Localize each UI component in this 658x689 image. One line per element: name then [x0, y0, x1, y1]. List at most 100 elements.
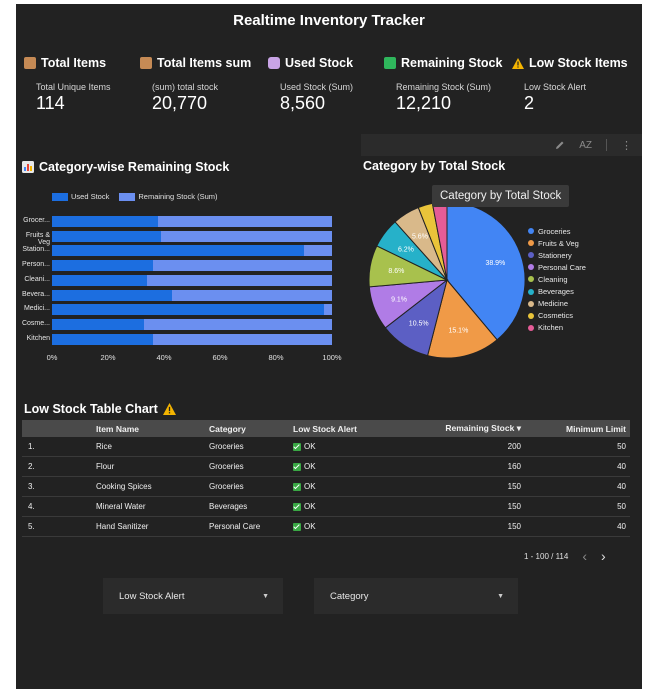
x-tick-label: 80% [268, 353, 284, 362]
caret-down-icon: ▼ [262, 592, 269, 600]
bar-used-stock[interactable] [52, 304, 324, 316]
bar-remaining-stock[interactable] [158, 216, 332, 227]
legend-item-remaining[interactable]: Remaining Stock (Sum) [119, 192, 218, 202]
filter-category[interactable]: Category ▼ [314, 578, 518, 614]
pie-legend-item[interactable]: Groceries [528, 225, 586, 237]
bar-remaining-stock[interactable] [152, 260, 332, 272]
x-tick-label: 100% [322, 353, 342, 362]
column-header-remaining-label: Remaining Stock [445, 423, 515, 433]
green-square-icon [384, 57, 396, 69]
row-number: 3. [28, 482, 35, 491]
warning-icon [512, 57, 524, 69]
bar-remaining-stock[interactable] [147, 274, 332, 286]
bar-remaining-stock[interactable] [152, 333, 332, 345]
legend-item-used[interactable]: Used Stock [52, 192, 109, 202]
cell-remaining-stock: 150 [507, 522, 521, 531]
kpi-low-stock-items[interactable]: Low Stock Items Low Stock Alert 2 [512, 56, 628, 114]
caret-down-icon: ▼ [497, 592, 504, 600]
table-row[interactable]: 5. Hand Sanitizer Personal Care OK 150 40 [22, 517, 630, 537]
bar-used-stock[interactable] [52, 289, 173, 301]
cell-item-name: Rice [96, 442, 113, 451]
x-tick-label: 60% [212, 353, 228, 362]
prev-page-icon[interactable]: ‹ [582, 548, 587, 564]
dashboard-canvas: Realtime Inventory Tracker Total Items T… [16, 4, 642, 689]
kpi-sublabel: Total Unique Items [36, 82, 111, 92]
cell-category: Groceries [209, 482, 244, 491]
bar-remaining-stock[interactable] [323, 304, 332, 316]
bar-used-stock[interactable] [52, 318, 145, 330]
legend-swatch [119, 193, 136, 202]
legend-label: Beverages [538, 287, 574, 297]
sort-az-button[interactable]: AZ [579, 140, 592, 151]
bar-row [52, 230, 332, 242]
bar-used-stock[interactable] [52, 245, 304, 257]
table-row[interactable]: 2. Flour Groceries OK 160 40 [22, 457, 630, 477]
kpi-total-items-sum[interactable]: Total Items sum (sum) total stock 20,770 [140, 56, 251, 114]
legend-dot [528, 264, 534, 271]
filter-low-stock-alert[interactable]: Low Stock Alert ▼ [103, 578, 283, 614]
cell-item-name: Cooking Spices [96, 482, 152, 491]
pie-legend-item[interactable]: Stationery [528, 249, 586, 261]
kpi-sublabel: Low Stock Alert [524, 82, 587, 92]
column-header-alert[interactable]: Low Stock Alert [293, 424, 393, 434]
category-tick-label: Person... [21, 261, 50, 269]
cell-low-stock-alert: OK [293, 442, 393, 451]
chart-toolbar: AZ ⋮ [361, 134, 642, 156]
bar-used-stock[interactable] [52, 216, 159, 227]
pagination-range: 1 - 100 / 114 [524, 551, 569, 561]
next-page-icon[interactable]: › [601, 548, 606, 564]
bar-used-stock[interactable] [52, 274, 148, 286]
cell-item-name: Flour [96, 462, 115, 471]
kpi-value: 12,210 [396, 93, 452, 113]
kpi-remaining-stock[interactable]: Remaining Stock Remaining Stock (Sum) 12… [384, 56, 502, 114]
legend-label: Cleaning [538, 274, 568, 284]
kpi-label: Total Items sum [157, 56, 252, 70]
bar-remaining-stock[interactable] [144, 318, 332, 330]
bar-remaining-stock[interactable] [161, 230, 332, 242]
cell-remaining-stock: 150 [507, 482, 521, 491]
kpi-total-items[interactable]: Total Items Total Unique Items 114 [24, 56, 111, 114]
check-icon [293, 522, 301, 531]
row-number: 4. [28, 502, 35, 511]
bar-remaining-stock[interactable] [172, 289, 332, 301]
more-vert-icon[interactable]: ⋮ [621, 139, 632, 152]
pie-legend-item[interactable]: Kitchen [528, 322, 586, 334]
column-header-remaining[interactable]: Remaining Stock ▾ [393, 423, 523, 434]
pie-legend-item[interactable]: Personal Care [528, 261, 586, 273]
sort-desc-icon: ▾ [516, 423, 521, 433]
pie-legend-item[interactable]: Cosmetics [528, 310, 586, 322]
legend-label: Stationery [538, 250, 572, 260]
dashboard-title: Realtime Inventory Tracker [233, 12, 425, 29]
bar-chart-title: Category-wise Remaining Stock [22, 160, 229, 174]
pie-legend-item[interactable]: Fruits & Veg [528, 237, 586, 249]
cell-category: Groceries [209, 442, 244, 451]
pie-slice-label: 10.5% [409, 321, 429, 328]
legend-label: Cosmetics [538, 311, 574, 321]
pencil-icon[interactable] [555, 140, 565, 150]
table-row[interactable]: 1. Rice Groceries OK 200 50 [22, 437, 630, 457]
table-pagination: 1 - 100 / 114 ‹ › [524, 548, 606, 564]
pie-tooltip: Category by Total Stock [432, 185, 570, 207]
bar-used-stock[interactable] [52, 230, 162, 242]
pie-legend-item[interactable]: Medicine [528, 298, 586, 310]
table-body: 1. Rice Groceries OK 200 50 2. Flour Groceries OK… [22, 437, 630, 537]
kpi-used-stock[interactable]: Used Stock Used Stock (Sum) 8,560 [268, 56, 353, 114]
column-header-item[interactable]: Item Name [60, 424, 209, 434]
bar-row [52, 274, 332, 286]
pie-legend-item[interactable]: Beverages [528, 285, 586, 297]
cell-low-stock-alert: OK [293, 502, 393, 511]
kpi-sublabel: Remaining Stock (Sum) [396, 82, 492, 92]
pie-legend-item[interactable]: Cleaning [528, 273, 586, 285]
legend-dot [528, 276, 534, 283]
table-row[interactable]: 4. Mineral Water Beverages OK 150 50 [22, 497, 630, 517]
warning-icon [162, 403, 176, 415]
table-row[interactable]: 3. Cooking Spices Groceries OK 150 40 [22, 477, 630, 497]
cell-minimum-limit: 40 [617, 462, 626, 471]
cell-item-name: Mineral Water [96, 502, 146, 511]
bar-remaining-stock[interactable] [304, 245, 332, 257]
bar-used-stock[interactable] [52, 260, 153, 272]
bar-used-stock[interactable] [52, 333, 153, 345]
column-header-category[interactable]: Category [209, 424, 293, 434]
column-header-min[interactable]: Minimum Limit [523, 424, 630, 434]
category-tick-label: Bevera... [21, 290, 50, 298]
